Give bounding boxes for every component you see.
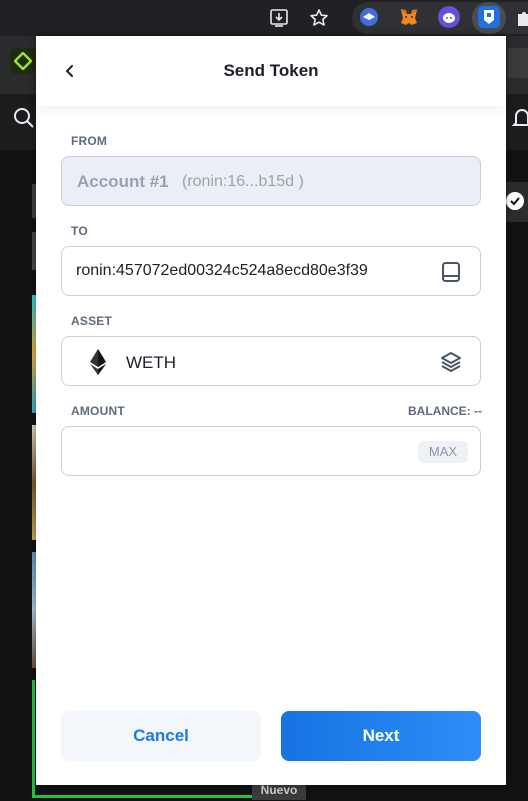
send-token-popup: Send Token FROM Account #1 (ronin:16...b… xyxy=(36,36,506,785)
cancel-button[interactable]: Cancel xyxy=(61,711,261,761)
asset-selector[interactable]: WETH xyxy=(61,336,481,386)
bell-icon[interactable] xyxy=(511,106,528,135)
to-address-input[interactable]: ronin:457072ed00324c524a8ecd80e3f39 xyxy=(76,262,368,280)
address-book-icon[interactable] xyxy=(439,260,463,284)
star-icon[interactable] xyxy=(307,6,331,30)
asset-name: WETH xyxy=(126,353,177,372)
metamask-fox-icon[interactable] xyxy=(398,6,420,28)
check-circle-icon xyxy=(506,192,524,210)
amount-input[interactable] xyxy=(62,427,402,475)
layers-icon[interactable] xyxy=(439,350,463,374)
install-icon[interactable] xyxy=(267,6,291,30)
extension-blue-icon[interactable] xyxy=(358,6,380,28)
ethereum-icon xyxy=(86,349,110,375)
from-label: FROM xyxy=(71,134,108,148)
search-icon[interactable] xyxy=(12,106,36,135)
site-logo-icon xyxy=(10,48,36,74)
balance-label: BALANCE: -- xyxy=(408,404,482,418)
extension-purple-icon[interactable] xyxy=(438,6,460,28)
amount-field[interactable]: MAX xyxy=(61,426,481,476)
next-button[interactable]: Next xyxy=(281,711,481,761)
page-header-edge xyxy=(508,48,528,78)
to-label: TO xyxy=(71,224,88,238)
from-field: Account #1 (ronin:16...b15d ) xyxy=(61,156,481,206)
ronin-wallet-icon[interactable] xyxy=(478,6,500,28)
amount-label: AMOUNT xyxy=(71,404,125,418)
bg-tile xyxy=(506,182,528,222)
max-button[interactable]: MAX xyxy=(418,441,468,463)
from-account-address: (ronin:16...b15d ) xyxy=(182,173,304,190)
puzzle-icon[interactable] xyxy=(512,6,528,30)
bg-selected-frame-bottom xyxy=(32,795,252,798)
browser-toolbar xyxy=(0,0,528,36)
to-field[interactable]: ronin:457072ed00324c524a8ecd80e3f39 xyxy=(61,246,481,296)
page-title: Send Token xyxy=(223,61,319,80)
asset-label: ASSET xyxy=(71,314,113,328)
popup-header: Send Token xyxy=(36,36,506,106)
from-account-name: Account #1 xyxy=(77,172,169,191)
